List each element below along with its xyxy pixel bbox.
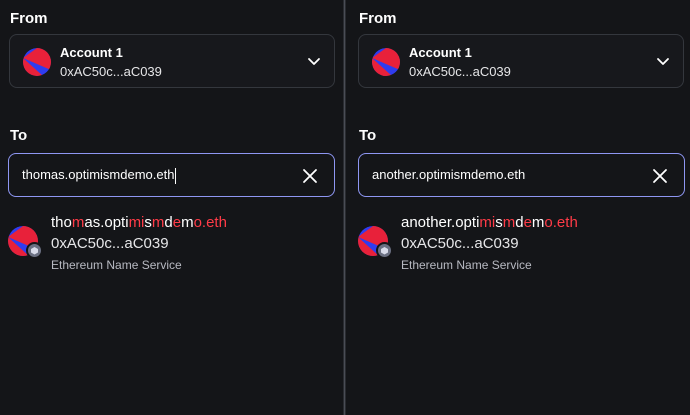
from-label: From (10, 10, 48, 27)
ens-badge-icon (376, 242, 393, 259)
send-panel-left: From Account 1 0xAC50c...aC039 To thomas… (0, 0, 343, 415)
account-avatar (23, 48, 51, 76)
result-ens-name: thomas.optimismdemo.eth (51, 214, 227, 231)
chevron-down-icon (308, 58, 320, 65)
chevron-down-icon (657, 58, 669, 65)
account-address: 0xAC50c...aC039 (60, 64, 162, 79)
to-label: To (359, 127, 377, 144)
result-address: 0xAC50c...aC039 (401, 235, 519, 252)
close-icon[interactable] (651, 167, 669, 185)
ens-badge-icon (26, 242, 43, 259)
send-screens: From Account 1 0xAC50c...aC039 To thomas… (0, 0, 690, 415)
result-ens-name: another.optimismdemo.eth (401, 214, 578, 231)
text-caret (175, 167, 177, 184)
from-label: From (359, 10, 397, 27)
result-service: Ethereum Name Service (401, 258, 532, 272)
recipient-input-value: another.optimismdemo.eth (372, 167, 526, 182)
send-panel-right: From Account 1 0xAC50c...aC039 To anothe… (346, 0, 690, 415)
account-name: Account 1 (60, 45, 123, 60)
ens-result-item[interactable]: thomas.optimismdemo.eth 0xAC50c...aC039 … (8, 212, 338, 274)
close-icon[interactable] (301, 167, 319, 185)
recipient-input[interactable]: thomas.optimismdemo.eth (8, 153, 335, 197)
recipient-input-value: thomas.optimismdemo.eth (22, 167, 177, 184)
result-address: 0xAC50c...aC039 (51, 235, 169, 252)
to-label: To (10, 127, 28, 144)
from-account-selector[interactable]: Account 1 0xAC50c...aC039 (9, 34, 335, 88)
recipient-input[interactable]: another.optimismdemo.eth (358, 153, 685, 197)
from-account-selector[interactable]: Account 1 0xAC50c...aC039 (358, 34, 684, 88)
result-service: Ethereum Name Service (51, 258, 182, 272)
account-avatar (372, 48, 400, 76)
account-name: Account 1 (409, 45, 472, 60)
account-address: 0xAC50c...aC039 (409, 64, 511, 79)
ens-result-item[interactable]: another.optimismdemo.eth 0xAC50c...aC039… (358, 212, 688, 274)
